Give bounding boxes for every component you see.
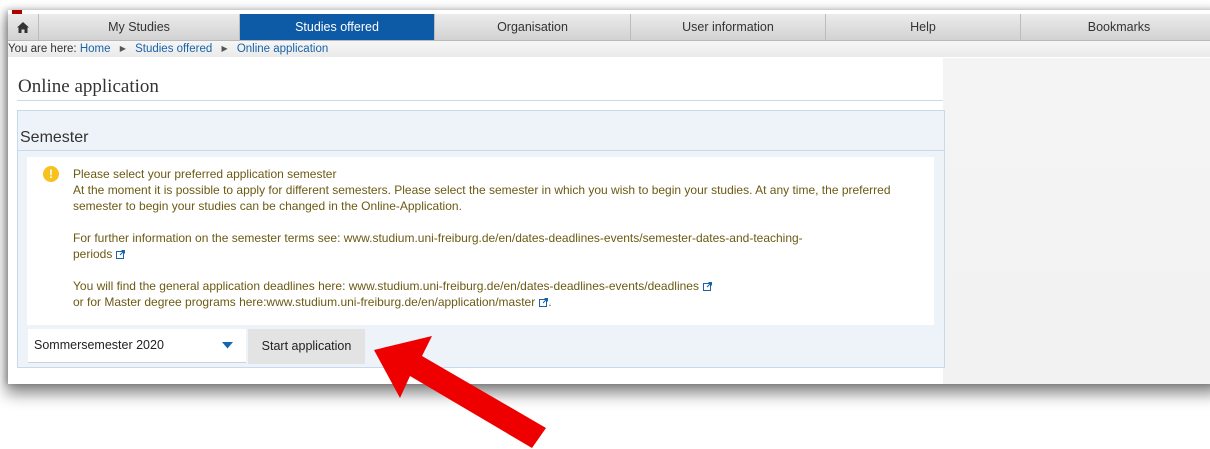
home-icon <box>17 21 29 33</box>
semester-dates-link[interactable]: periods <box>73 247 112 261</box>
info-paragraph-2-line-2: periods <box>73 246 923 262</box>
external-link-icon[interactable] <box>539 298 549 307</box>
start-application-button[interactable]: Start application <box>248 329 365 364</box>
breadcrumb-home-link[interactable]: Home <box>80 43 111 55</box>
chevron-down-icon[interactable] <box>222 342 233 349</box>
red-arrow-annotation <box>374 336 546 448</box>
external-link-icon[interactable] <box>702 282 712 291</box>
info-heading: Please select your preferred application… <box>73 167 337 181</box>
info-paragraph-3-period: . <box>548 295 552 309</box>
external-link-icon[interactable] <box>116 250 126 259</box>
semester-select-value: Sommersemester 2020 <box>34 338 164 352</box>
semester-panel-title: Semester <box>20 129 89 146</box>
browser-window: My Studies Studies offered Organisation … <box>8 10 1210 384</box>
breadcrumb-prefix: You are here: <box>8 43 77 55</box>
tab-my-studies[interactable]: My Studies <box>39 14 240 40</box>
panel-divider <box>18 150 944 151</box>
info-paragraph-2-line-1: For further information on the semester … <box>73 231 803 245</box>
info-box: ! Please select your preferred applicati… <box>27 157 934 325</box>
tab-user-information[interactable]: User information <box>631 14 826 40</box>
page-title: Online application <box>18 76 159 97</box>
breadcrumb-separator-icon: ▶ <box>119 44 126 53</box>
right-sidebar <box>943 58 1210 384</box>
breadcrumb: You are here: Home ▶ Studies offered ▶ O… <box>8 41 1210 57</box>
semester-select[interactable]: Sommersemester 2020 <box>28 329 246 363</box>
info-paragraph-3-line-1: You will find the general application de… <box>73 278 923 294</box>
master-programs-link[interactable]: or for Master degree programs here:www.s… <box>73 295 535 309</box>
tab-organisation[interactable]: Organisation <box>435 14 631 40</box>
tab-studies-offered[interactable]: Studies offered <box>240 14 435 40</box>
info-paragraph-1: At the moment it is possible to apply fo… <box>73 183 891 213</box>
info-icon: ! <box>43 166 59 182</box>
tab-help[interactable]: Help <box>826 14 1021 40</box>
breadcrumb-separator-icon: ▶ <box>221 44 228 53</box>
deadlines-link[interactable]: You will find the general application de… <box>73 279 699 293</box>
tab-bookmarks[interactable]: Bookmarks <box>1021 14 1210 40</box>
info-text: Please select your preferred application… <box>73 166 923 310</box>
breadcrumb-studies-offered-link[interactable]: Studies offered <box>135 43 212 55</box>
top-navigation: My Studies Studies offered Organisation … <box>8 14 1210 41</box>
breadcrumb-online-application-link[interactable]: Online application <box>237 43 328 55</box>
info-paragraph-3-line-2: or for Master degree programs here:www.s… <box>73 294 923 310</box>
nav-home-button[interactable] <box>8 14 39 40</box>
